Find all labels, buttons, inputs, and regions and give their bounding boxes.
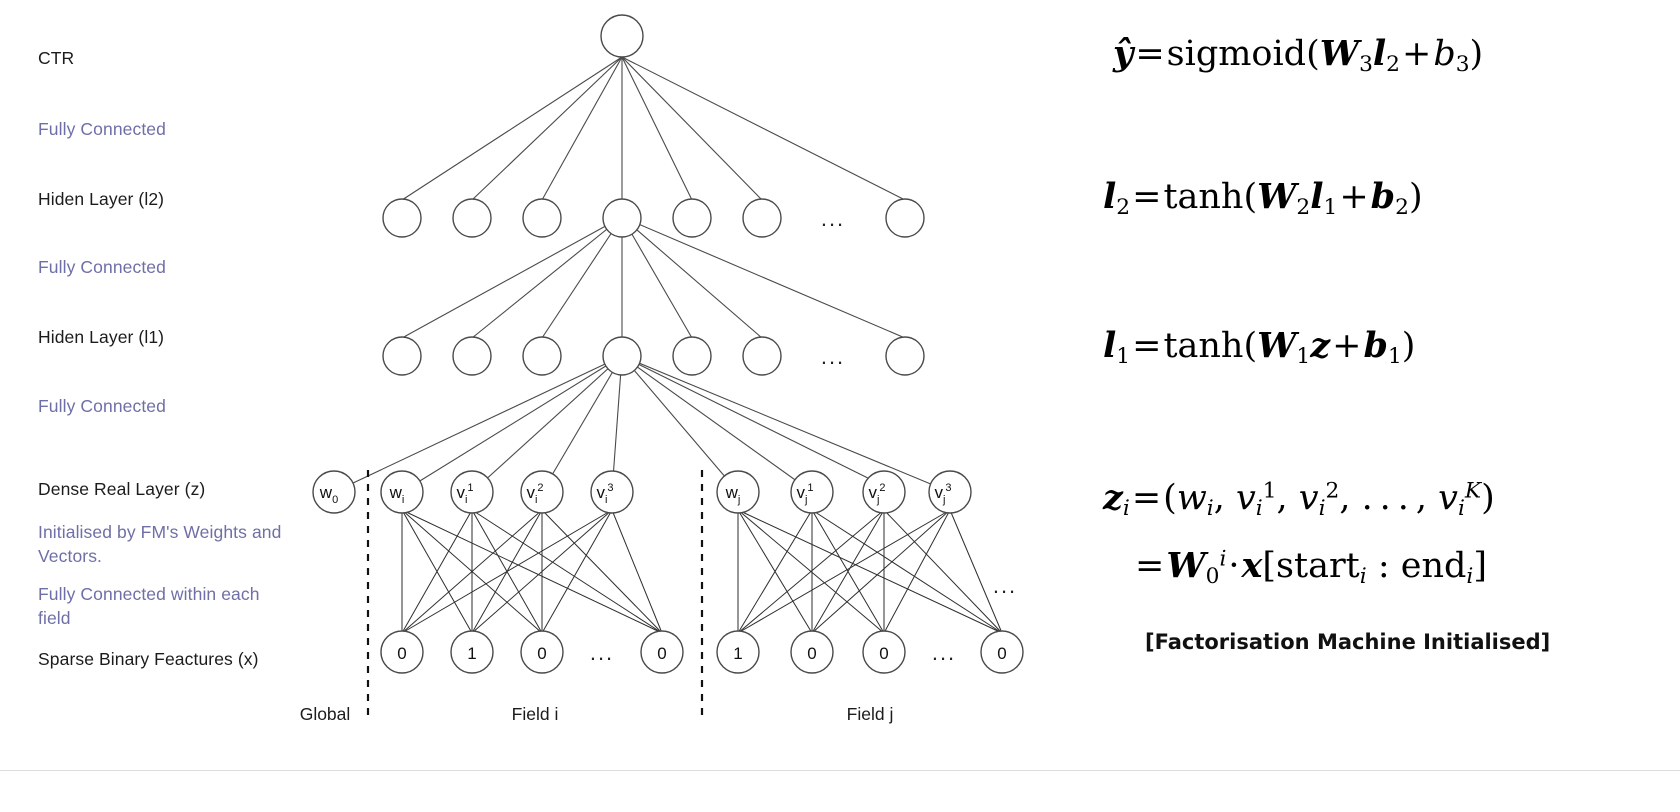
layer-label-ctr: CTR: [38, 48, 75, 68]
dense-node-vj2: vj2: [862, 470, 906, 514]
layer-hidden-2: ...: [382, 198, 925, 238]
layer-label-fully-connected-2: Fully Connected: [38, 257, 166, 277]
dense-node-vj3: vj3: [928, 470, 972, 514]
edges-hidden2-to-output: [401, 56, 906, 201]
dense-node-vi1: vi1: [450, 470, 494, 514]
sparse-node-i-2: 0: [520, 630, 564, 674]
sparse-value-j-2: 0: [879, 644, 888, 663]
sparse-value-j-1: 0: [807, 644, 816, 663]
equation-dense-z-definition: zi=(wi, vi1, vi2, . . . , viK): [1103, 477, 1495, 522]
field-label-global: Global: [300, 704, 351, 724]
bottom-divider: [0, 770, 1680, 771]
edges-field-j-sparse-to-dense: [737, 509, 1003, 634]
sparse-node-j-1: 0: [790, 630, 834, 674]
layer-label-hidden-2: Hiden Layer (l2): [38, 189, 165, 209]
layer-label-fully-connected-3: Fully Connected: [38, 119, 166, 139]
dense-node-wi: wi: [380, 470, 424, 514]
sparse-node-i-1: 1: [450, 630, 494, 674]
equation-dense-z-expansion: =W0i·x[starti : endi]: [1135, 545, 1487, 590]
edges-dense-to-hidden1: [333, 355, 951, 493]
dense-node-wj: wj: [716, 470, 760, 514]
equation-hidden-2: l2=tanh(W2l1+b2): [1103, 176, 1423, 221]
dense-node-vj1: vj1: [790, 470, 834, 514]
layer-label-hidden-1: Hiden Layer (l1): [38, 327, 165, 347]
sparse-value-i-2: 0: [537, 644, 546, 663]
field-label-j: Field j: [847, 704, 894, 724]
equation-hidden-1: l1=tanh(W1z+b1): [1103, 325, 1416, 370]
dense-node-w0: w0: [312, 470, 356, 514]
sparse-node-i-4: 0: [640, 630, 684, 674]
sparse-value-i-0: 0: [397, 644, 406, 663]
equation-output: ŷ=sigmoid(W3l2+b3): [1113, 33, 1484, 78]
sparse-value-j-4: 0: [997, 644, 1006, 663]
sparse-value-i-1: 1: [467, 644, 476, 663]
hidden2-ellipsis: ...: [821, 206, 845, 231]
layer-dense-real: w0 wi vi1 vi2 vi3 wj vj1 vj2 vj3 ...: [312, 470, 1017, 598]
sparse-ellipsis-j: ...: [932, 640, 956, 665]
hidden1-ellipsis: ...: [821, 344, 845, 369]
dense-node-vi3: vi3: [590, 470, 634, 514]
sparse-node-j-2: 0: [862, 630, 906, 674]
sparse-node-i-0: 0: [380, 630, 424, 674]
network-graph: ... ... w0 wi vi1 vi2 vi3 wj vj1 vj2 vj3…: [300, 14, 1024, 724]
dense-layer-ellipsis: ...: [993, 573, 1017, 598]
layer-label-fully-connected-1: Fully Connected: [38, 396, 166, 416]
sparse-value-j-0: 1: [733, 644, 742, 663]
field-label-i: Field i: [512, 704, 559, 724]
sparse-node-j-0: 1: [716, 630, 760, 674]
sparse-value-i-4: 0: [657, 644, 666, 663]
sparse-ellipsis-i: ...: [590, 640, 614, 665]
node-output-ctr: [600, 14, 644, 58]
dense-node-vi2: vi2: [520, 470, 564, 514]
network-architecture-figure: CTR Fully Connected Hiden Layer (l2) Ful…: [0, 0, 1680, 812]
layer-label-dense-real: Dense Real Layer (z): [38, 479, 206, 499]
layer-label-sparse-binary: Sparse Binary Feactures (x): [38, 649, 259, 669]
factorisation-machine-caption: [Factorisation Machine Initialised]: [1145, 630, 1551, 654]
edges-field-i-sparse-to-dense: [401, 509, 663, 634]
sparse-node-j-4: 0: [980, 630, 1024, 674]
